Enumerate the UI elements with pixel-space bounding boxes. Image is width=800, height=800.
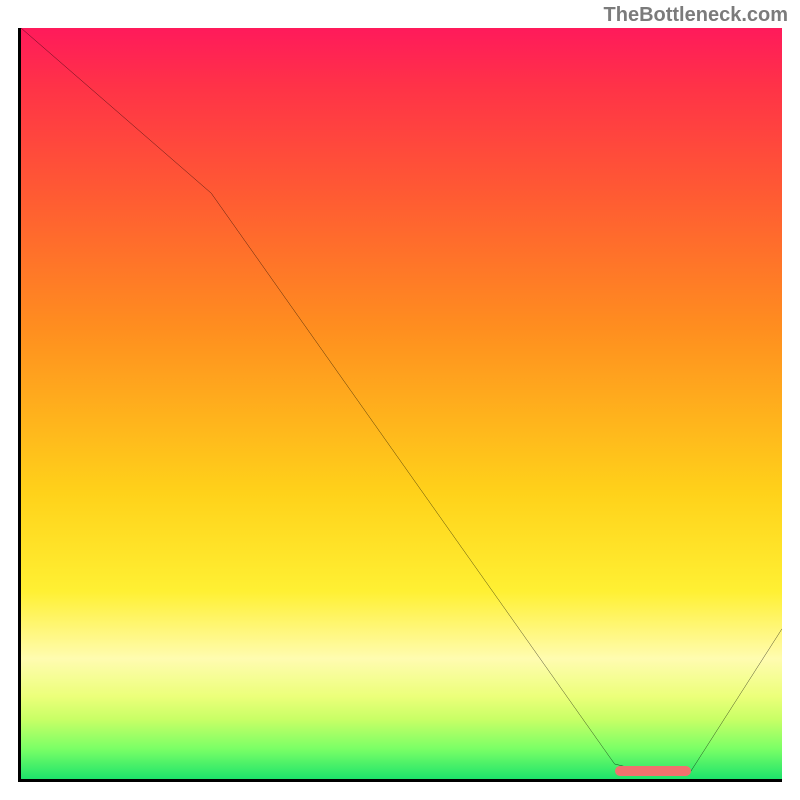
- attribution-label: TheBottleneck.com: [604, 4, 788, 27]
- optimal-range-marker: [615, 766, 691, 776]
- chart-container: TheBottleneck.com: [0, 0, 800, 800]
- bottleneck-curve: [21, 28, 782, 779]
- curve-path: [21, 28, 782, 771]
- plot-area: [18, 28, 782, 782]
